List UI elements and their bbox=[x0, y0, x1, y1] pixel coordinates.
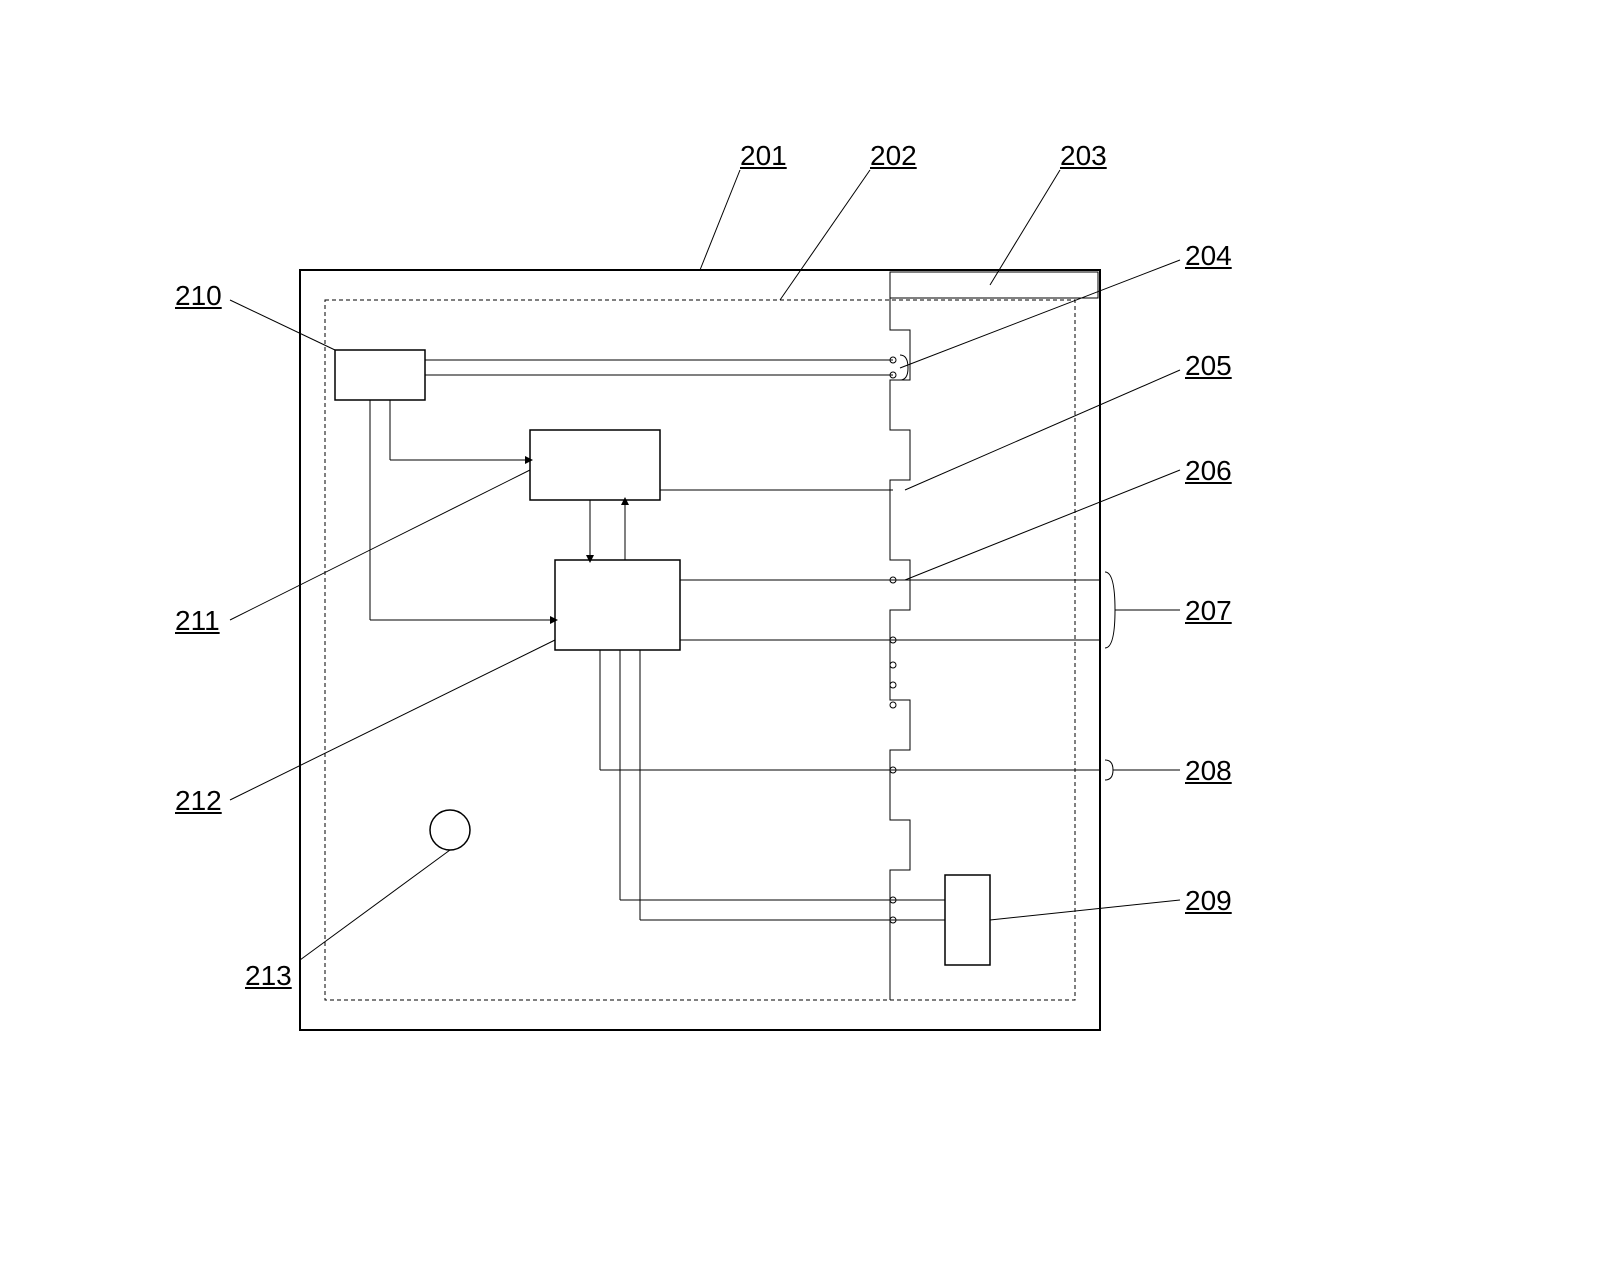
label-213: 213 bbox=[245, 960, 292, 992]
label-201: 201 bbox=[740, 140, 787, 172]
label-204: 204 bbox=[1185, 240, 1232, 272]
label-206: 206 bbox=[1185, 455, 1232, 487]
diagram-svg bbox=[0, 0, 1600, 1280]
label-212: 212 bbox=[175, 785, 222, 817]
label-207: 207 bbox=[1185, 595, 1232, 627]
label-210: 210 bbox=[175, 280, 222, 312]
label-208: 208 bbox=[1185, 755, 1232, 787]
label-202: 202 bbox=[870, 140, 917, 172]
label-203: 203 bbox=[1060, 140, 1107, 172]
label-209: 209 bbox=[1185, 885, 1232, 917]
label-211: 211 bbox=[175, 605, 220, 637]
label-205: 205 bbox=[1185, 350, 1232, 382]
